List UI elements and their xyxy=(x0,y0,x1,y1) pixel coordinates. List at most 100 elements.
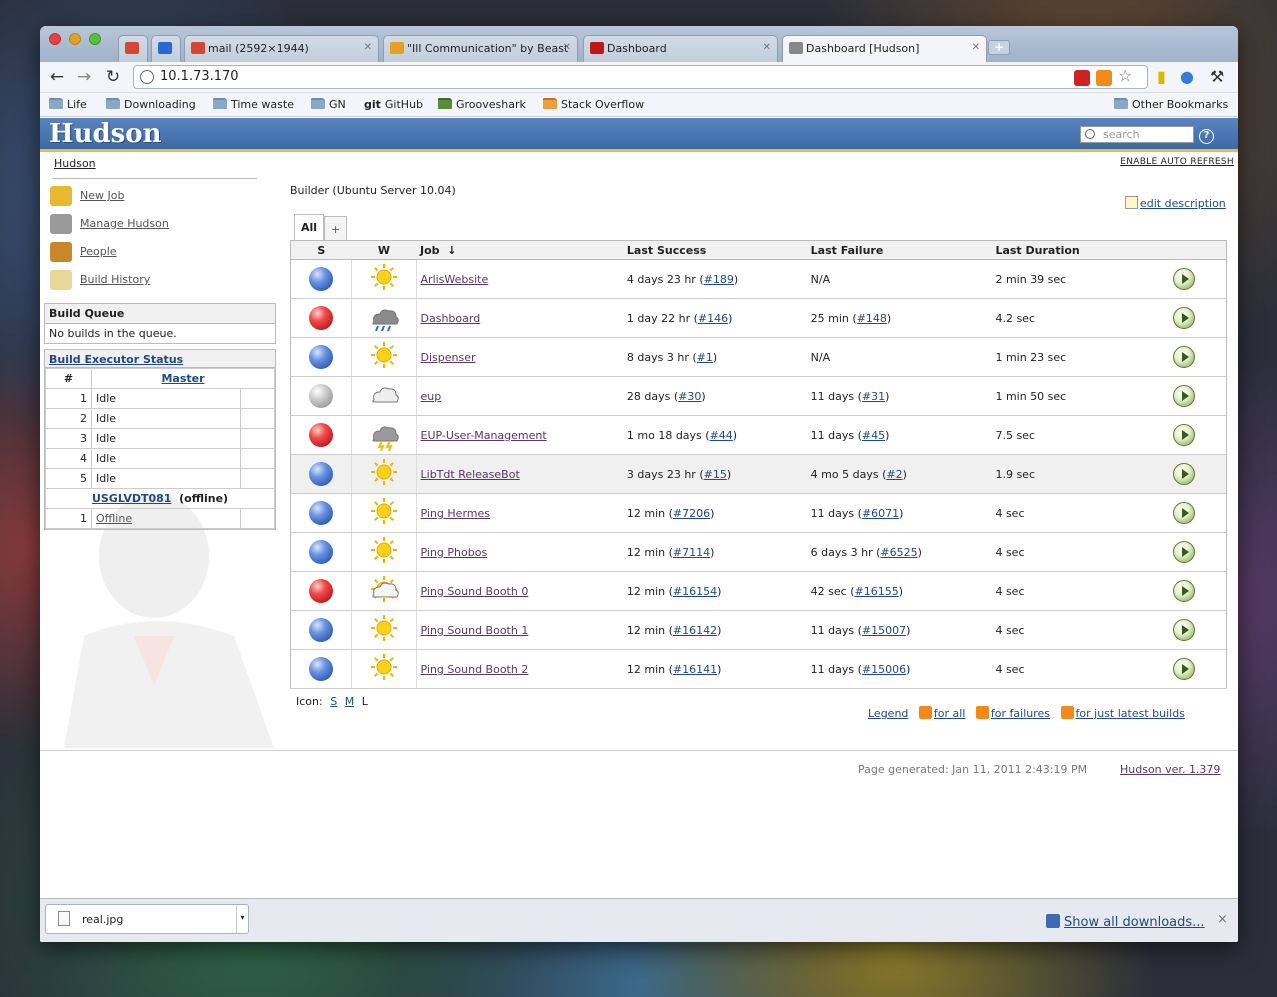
bookmark-gn[interactable]: GN xyxy=(311,98,346,111)
bookmark-github[interactable]: git GitHub xyxy=(364,98,423,111)
wrench-icon[interactable]: ⚒ xyxy=(1210,67,1224,86)
bookmark-life[interactable]: Life xyxy=(49,98,87,111)
bookmark-downloading[interactable]: Downloading xyxy=(106,98,196,111)
rss-icon[interactable] xyxy=(1096,70,1112,86)
master-link[interactable]: Master xyxy=(161,372,204,385)
col-status[interactable]: S xyxy=(290,240,352,260)
tab-all[interactable]: All xyxy=(294,214,325,240)
job-link[interactable]: EUP-User-Management xyxy=(421,429,547,442)
schedule-build-icon[interactable] xyxy=(1173,619,1196,641)
last-failure-build-link[interactable]: #6525 xyxy=(880,546,917,559)
edit-description-link[interactable]: edit description xyxy=(1125,196,1226,210)
search-input[interactable]: search xyxy=(1080,126,1194,143)
enable-auto-refresh-link[interactable]: ENABLE AUTO REFRESH xyxy=(1120,157,1234,167)
slave-link[interactable]: USGLVDT081 xyxy=(92,492,172,505)
zoom-window-button[interactable] xyxy=(89,33,101,45)
job-link[interactable]: LibTdt ReleaseBot xyxy=(421,468,520,481)
last-failure-build-link[interactable]: #31 xyxy=(862,390,885,403)
col-weather[interactable]: W xyxy=(351,240,417,260)
help-icon[interactable]: ? xyxy=(1199,129,1214,144)
col-job[interactable]: Job ↓ xyxy=(416,240,623,260)
reload-icon[interactable]: ↻ xyxy=(102,66,124,88)
last-failure-build-link[interactable]: #15007 xyxy=(862,624,906,637)
schedule-build-icon[interactable] xyxy=(1173,307,1196,329)
address-bar[interactable]: 10.1.73.170 ☆ xyxy=(133,65,1148,89)
close-tab-icon[interactable]: ✕ xyxy=(763,42,771,53)
last-success-build-link[interactable]: #16141 xyxy=(673,663,717,676)
schedule-build-icon[interactable] xyxy=(1173,424,1196,446)
build-executor-status-link[interactable]: Build Executor Status xyxy=(49,353,183,366)
schedule-build-icon[interactable] xyxy=(1173,463,1196,485)
last-success-build-link[interactable]: #15 xyxy=(704,468,727,481)
tab-add-view[interactable]: + xyxy=(324,216,348,240)
schedule-build-icon[interactable] xyxy=(1173,502,1196,524)
schedule-build-icon[interactable] xyxy=(1173,541,1196,563)
job-link[interactable]: Ping Sound Booth 1 xyxy=(421,624,529,637)
last-success-build-link[interactable]: #1 xyxy=(697,351,713,364)
last-success-build-link[interactable]: #16142 xyxy=(673,624,717,637)
schedule-build-icon[interactable] xyxy=(1173,268,1196,290)
minimize-window-button[interactable] xyxy=(69,33,81,45)
browser-tab[interactable] xyxy=(151,35,181,62)
browser-tab[interactable]: Dashboard ✕ xyxy=(583,35,778,62)
rss-all-link[interactable]: for all xyxy=(934,707,965,720)
close-window-button[interactable] xyxy=(49,33,61,45)
last-failure-build-link[interactable]: #6071 xyxy=(862,507,899,520)
bookmark-grooveshark[interactable]: Grooveshark xyxy=(438,98,526,111)
last-success-build-link[interactable]: #30 xyxy=(678,390,701,403)
star-icon[interactable]: ☆ xyxy=(1118,66,1132,85)
close-tab-icon[interactable]: ✕ xyxy=(972,42,980,53)
browser-tab[interactable]: Dashboard [Hudson] ✕ xyxy=(782,35,987,63)
last-failure-build-link[interactable]: #148 xyxy=(857,312,887,325)
phone-extension-icon[interactable]: ▮ xyxy=(1157,67,1166,86)
last-success-build-link[interactable]: #7114 xyxy=(673,546,710,559)
schedule-build-icon[interactable] xyxy=(1173,658,1196,680)
forward-icon[interactable]: → xyxy=(73,66,95,88)
rss-latest-link[interactable]: for just latest builds xyxy=(1076,707,1185,720)
rss-failures-link[interactable]: for failures xyxy=(991,707,1050,720)
back-icon[interactable]: ← xyxy=(46,66,68,88)
sync-extension-icon[interactable]: ● xyxy=(1180,67,1194,86)
new-job-link[interactable]: New Job xyxy=(80,189,124,202)
breadcrumb[interactable]: Hudson xyxy=(54,157,96,170)
job-link[interactable]: Ping Sound Booth 2 xyxy=(421,663,529,676)
manage-hudson-link[interactable]: Manage Hudson xyxy=(80,217,169,230)
job-link[interactable]: ArlisWebsite xyxy=(421,273,489,286)
legend-link[interactable]: Legend xyxy=(868,707,908,720)
last-success-build-link[interactable]: #16154 xyxy=(673,585,717,598)
col-last-duration[interactable]: Last Duration xyxy=(991,240,1143,260)
last-failure-build-link[interactable]: #15006 xyxy=(862,663,906,676)
bookmark-time-waste[interactable]: Time waste xyxy=(213,98,294,111)
close-tab-icon[interactable]: ✕ xyxy=(563,42,571,53)
last-success-build-link[interactable]: #44 xyxy=(710,429,733,442)
chevron-down-icon[interactable]: ▾ xyxy=(236,905,248,933)
close-icon[interactable]: × xyxy=(1217,912,1228,927)
browser-tab[interactable] xyxy=(118,35,148,62)
last-failure-build-link[interactable]: #2 xyxy=(886,468,902,481)
extension-icon[interactable] xyxy=(1074,70,1090,86)
close-tab-icon[interactable]: ✕ xyxy=(364,42,372,53)
offline-link[interactable]: Offline xyxy=(96,512,132,525)
last-success-build-link[interactable]: #7206 xyxy=(673,507,710,520)
browser-tab[interactable]: mail (2592×1944) ✕ xyxy=(184,35,379,62)
job-link[interactable]: Dashboard xyxy=(421,312,481,325)
col-last-success[interactable]: Last Success xyxy=(622,240,807,260)
new-tab-button[interactable]: + xyxy=(988,40,1010,55)
job-link[interactable]: Ping Sound Booth 0 xyxy=(421,585,529,598)
build-history-link[interactable]: Build History xyxy=(80,273,150,286)
col-last-failure[interactable]: Last Failure xyxy=(806,240,992,260)
show-all-downloads-link[interactable]: Show all downloads... xyxy=(1046,914,1205,930)
job-link[interactable]: Ping Hermes xyxy=(421,507,490,520)
people-link[interactable]: People xyxy=(80,245,117,258)
download-item[interactable]: real.jpg ▾ xyxy=(45,904,249,934)
schedule-build-icon[interactable] xyxy=(1173,346,1196,368)
hudson-logo[interactable]: Hudson xyxy=(49,119,162,149)
last-failure-build-link[interactable]: #45 xyxy=(862,429,885,442)
job-link[interactable]: eup xyxy=(421,390,442,403)
bookmark-other[interactable]: Other Bookmarks xyxy=(1114,98,1228,111)
hudson-version-link[interactable]: Hudson ver. 1.379 xyxy=(1120,763,1220,776)
bookmark-stack-overflow[interactable]: Stack Overflow xyxy=(543,98,644,111)
schedule-build-icon[interactable] xyxy=(1173,580,1196,602)
last-success-build-link[interactable]: #189 xyxy=(704,273,734,286)
browser-tab[interactable]: "Ill Communication" by Beast ✕ xyxy=(383,35,578,62)
